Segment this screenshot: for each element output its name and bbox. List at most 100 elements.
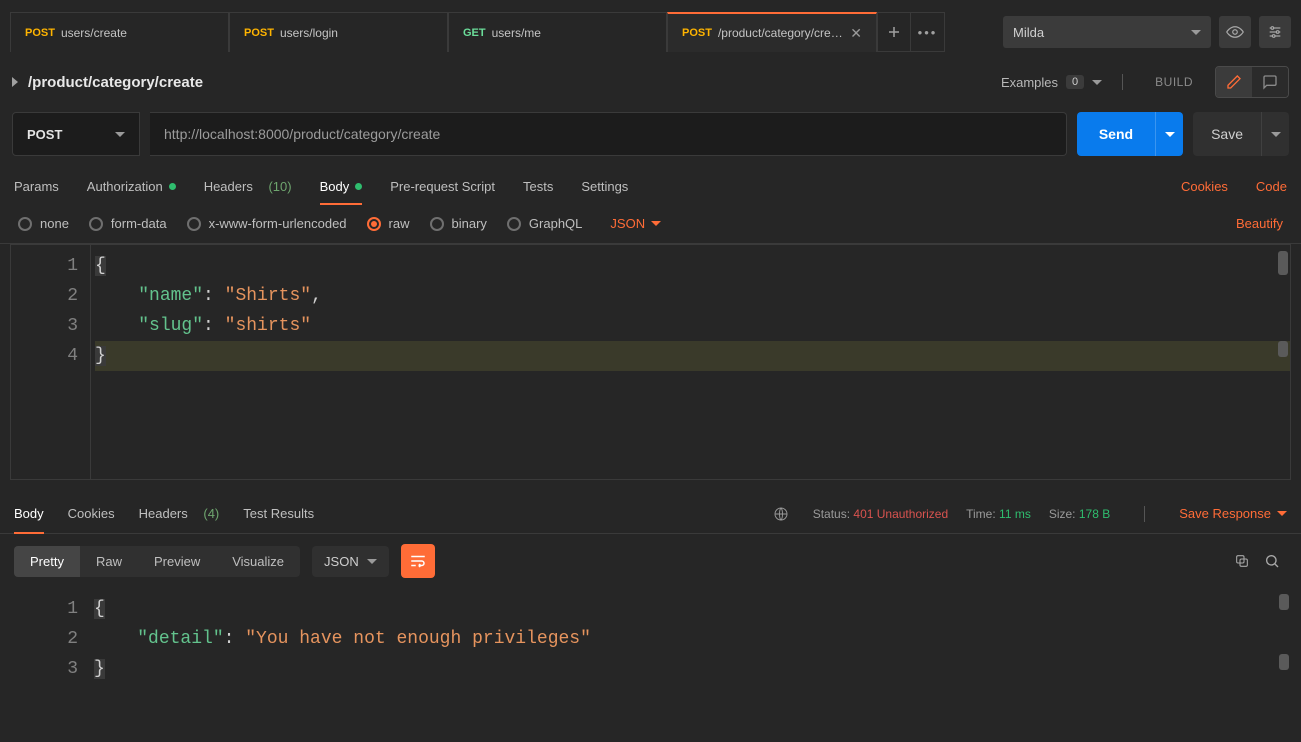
body-language-label: JSON [610, 216, 645, 231]
tab-authorization[interactable]: Authorization [87, 168, 176, 204]
radio-icon [367, 217, 381, 231]
response-language-select[interactable]: JSON [312, 546, 389, 577]
tab-users-me[interactable]: GET users/me [448, 12, 667, 52]
response-body-editor[interactable]: 1 2 3 { "detail": "You have not enough p… [10, 588, 1291, 738]
save-response-button[interactable]: Save Response [1179, 506, 1287, 521]
save-button[interactable]: Save [1193, 112, 1289, 156]
examples-label: Examples [1001, 75, 1058, 90]
chevron-down-icon [1277, 511, 1287, 516]
close-icon[interactable]: ✕ [850, 25, 862, 42]
globe-icon[interactable] [773, 506, 789, 522]
tab-actions: ••• [877, 12, 945, 52]
url-value: http://localhost:8000/product/category/c… [164, 126, 440, 142]
edit-mode-button[interactable] [1216, 67, 1252, 97]
radio-raw[interactable]: raw [367, 216, 410, 231]
view-preview[interactable]: Preview [138, 546, 216, 577]
line-number: 4 [11, 341, 78, 371]
tab-params[interactable]: Params [14, 168, 59, 204]
request-title: /product/category/create [28, 74, 203, 91]
line-number: 2 [11, 281, 78, 311]
tab-prerequest[interactable]: Pre-request Script [390, 168, 495, 204]
scrollbar-thumb[interactable] [1279, 654, 1289, 670]
comment-icon [1262, 74, 1278, 90]
tab-label: Authorization [87, 179, 163, 194]
chevron-down-icon [115, 132, 125, 137]
environment-select[interactable]: Milda [1003, 16, 1211, 48]
resp-tab-cookies[interactable]: Cookies [68, 494, 115, 533]
tab-product-category-create[interactable]: POST /product/category/create ✕ [667, 12, 877, 52]
send-button[interactable]: Send [1077, 112, 1183, 156]
resp-tab-headers[interactable]: Headers (4) [139, 494, 220, 533]
line-number: 3 [10, 654, 78, 684]
radio-formdata[interactable]: form-data [89, 216, 167, 231]
scrollbar-thumb[interactable] [1278, 251, 1288, 275]
wrap-lines-toggle[interactable] [401, 544, 435, 578]
request-header-row: /product/category/create Examples 0 BUIL… [0, 56, 1301, 108]
code-area[interactable]: { "detail": "You have not enough privile… [90, 588, 1291, 738]
url-input[interactable]: http://localhost:8000/product/category/c… [150, 112, 1067, 156]
tab-label: Params [14, 179, 59, 194]
url-row: POST http://localhost:8000/product/categ… [0, 108, 1301, 168]
comment-mode-button[interactable] [1252, 67, 1288, 97]
scrollbar-thumb[interactable] [1278, 341, 1288, 357]
code-token: } [95, 346, 106, 366]
radio-urlencoded[interactable]: x-www-form-urlencoded [187, 216, 347, 231]
settings-button[interactable] [1259, 16, 1291, 48]
status-label: Status: [813, 507, 850, 521]
send-dropdown[interactable] [1155, 112, 1183, 156]
line-gutter: 1 2 3 [10, 588, 90, 738]
code-area[interactable]: { "name": "Shirts", "slug": "shirts" } [91, 245, 1290, 479]
view-visualize[interactable]: Visualize [216, 546, 300, 577]
resp-tab-testresults[interactable]: Test Results [243, 494, 314, 533]
tab-label: Tests [523, 179, 553, 194]
chevron-down-icon [1191, 30, 1201, 35]
tab-body[interactable]: Body [320, 168, 363, 204]
code-token: { [94, 599, 105, 619]
tab-overflow-button[interactable]: ••• [911, 12, 945, 52]
view-raw[interactable]: Raw [80, 546, 138, 577]
code-token: "detail" [137, 629, 223, 649]
request-body-editor[interactable]: 1 2 3 4 { "name": "Shirts", "slug": "shi… [10, 244, 1291, 480]
search-response-button[interactable] [1257, 546, 1287, 576]
status-value: 401 Unauthorized [853, 507, 948, 521]
radio-none[interactable]: none [18, 216, 69, 231]
collapse-toggle-icon[interactable] [12, 77, 18, 87]
tab-headers[interactable]: Headers (10) [204, 168, 292, 204]
beautify-button[interactable]: Beautify [1236, 216, 1283, 231]
separator [1122, 74, 1123, 90]
code-token: "You have not enough privileges" [245, 629, 591, 649]
radio-binary[interactable]: binary [430, 216, 487, 231]
code-token: "name" [138, 286, 203, 306]
tab-label: users/create [61, 26, 127, 40]
code-token: { [95, 256, 106, 276]
code-token: : [203, 316, 225, 336]
environment-quicklook-button[interactable] [1219, 16, 1251, 48]
radio-label: raw [389, 216, 410, 231]
examples-dropdown[interactable]: Examples 0 [1001, 75, 1102, 90]
separator [1144, 506, 1145, 522]
body-language-select[interactable]: JSON [610, 216, 661, 231]
chevron-down-icon [367, 559, 377, 564]
copy-response-button[interactable] [1227, 546, 1257, 576]
code-token: "slug" [138, 316, 203, 336]
tab-users-login[interactable]: POST users/login [229, 12, 448, 52]
save-dropdown[interactable] [1261, 112, 1289, 156]
code-link[interactable]: Code [1256, 179, 1287, 194]
tab-tests[interactable]: Tests [523, 168, 553, 204]
scrollbar-thumb[interactable] [1279, 594, 1289, 610]
tab-users-create[interactable]: POST users/create [10, 12, 229, 52]
radio-icon [18, 217, 32, 231]
pencil-icon [1226, 74, 1242, 90]
resp-tab-body[interactable]: Body [14, 494, 44, 533]
plus-icon [888, 26, 900, 38]
method-select[interactable]: POST [12, 112, 140, 156]
tab-label: /product/category/create [718, 26, 844, 40]
tab-label: Settings [581, 179, 628, 194]
code-token: : [224, 629, 246, 649]
line-gutter: 1 2 3 4 [11, 245, 91, 479]
new-tab-button[interactable] [877, 12, 911, 52]
tab-settings[interactable]: Settings [581, 168, 628, 204]
cookies-link[interactable]: Cookies [1181, 179, 1228, 194]
view-pretty[interactable]: Pretty [14, 546, 80, 577]
radio-graphql[interactable]: GraphQL [507, 216, 582, 231]
